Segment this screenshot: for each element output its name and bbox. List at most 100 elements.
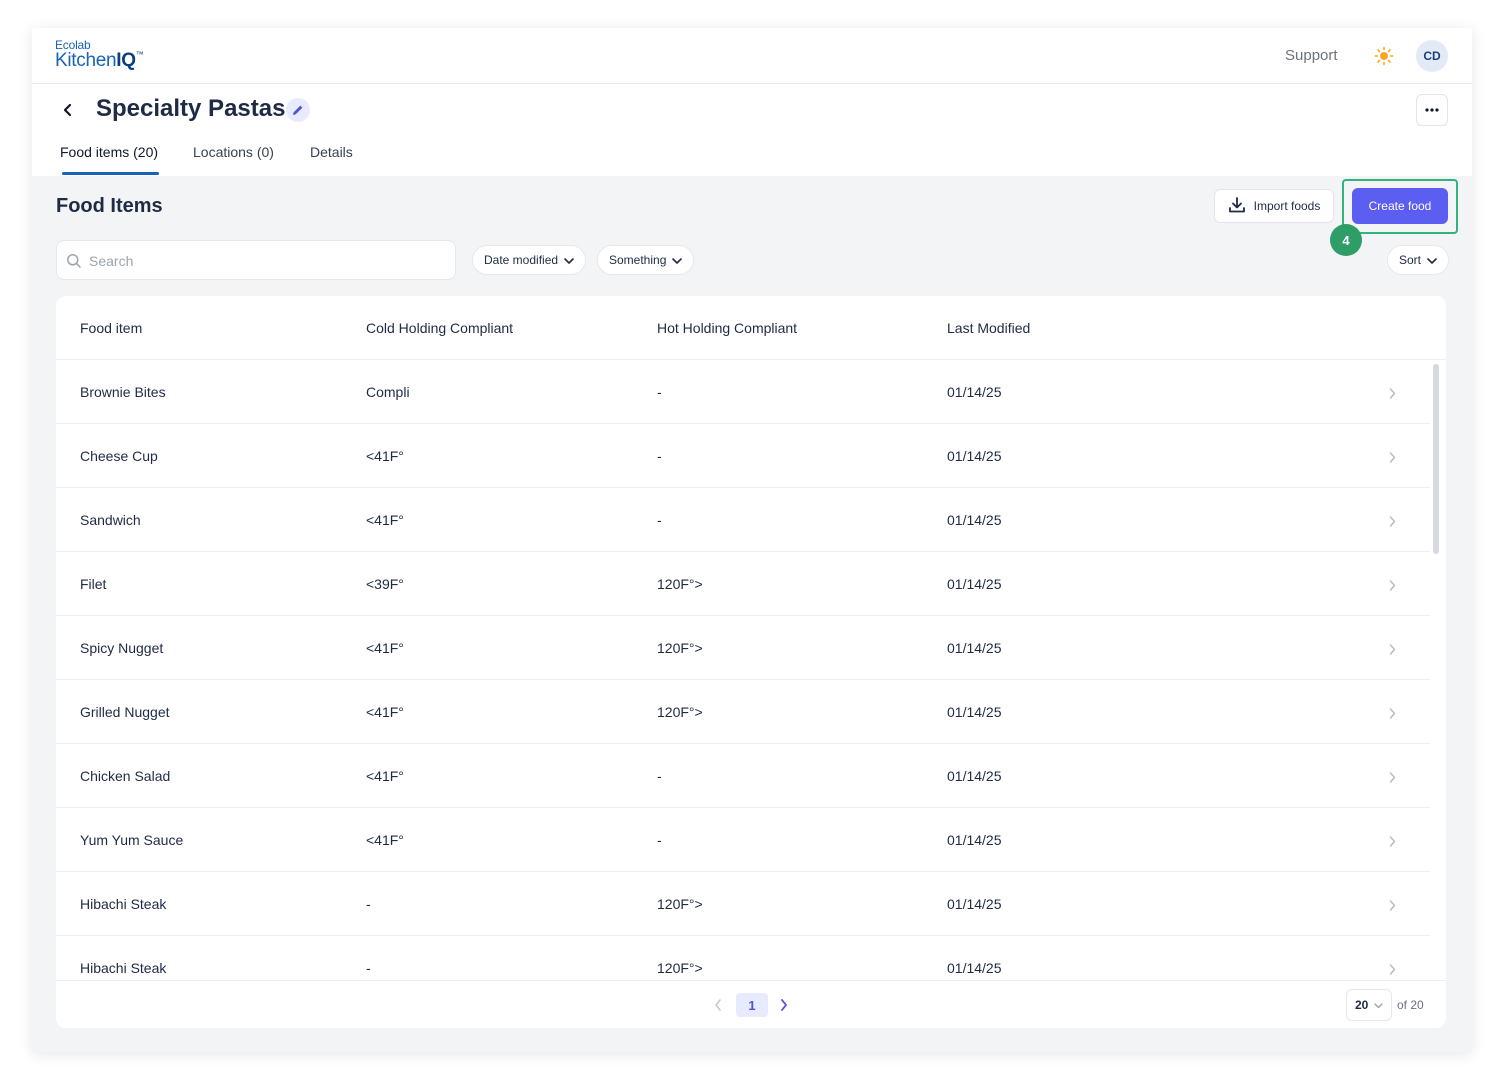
chevron-right-icon[interactable]	[780, 998, 788, 1016]
cell-hot-holding: -	[657, 448, 662, 464]
cell-hot-holding: -	[657, 768, 662, 784]
cell-hot-holding: 120F°>	[657, 576, 703, 592]
download-icon	[1228, 196, 1246, 217]
chevron-right-icon[interactable]	[1389, 706, 1396, 724]
sort-label: Sort	[1399, 253, 1422, 267]
cell-food-item: Grilled Nugget	[80, 704, 170, 720]
cell-hot-holding: -	[657, 832, 662, 848]
cell-cold-holding: <41F°	[366, 640, 404, 656]
back-arrow-icon[interactable]	[60, 101, 76, 119]
chevron-right-icon[interactable]	[1389, 642, 1396, 660]
table-row[interactable]: Hibachi Steak - 120F°> 01/14/25	[56, 936, 1430, 980]
cell-last-modified: 01/14/25	[947, 384, 1002, 400]
table-header: Food item Cold Holding Compliant Hot Hol…	[56, 296, 1446, 360]
cell-cold-holding: <41F°	[366, 448, 404, 464]
per-page-value: 20	[1355, 998, 1369, 1012]
section-title: Food Items	[56, 195, 163, 217]
chevron-right-icon[interactable]	[1389, 770, 1396, 788]
cell-hot-holding: -	[657, 384, 662, 400]
chevron-right-icon[interactable]	[1389, 450, 1396, 468]
sun-icon[interactable]	[1374, 46, 1394, 66]
filter-date-modified[interactable]: Date modified	[472, 245, 587, 275]
kitcheniq-logo[interactable]: Ecolab KitchenIQ™	[55, 38, 144, 72]
cell-last-modified: 01/14/25	[947, 640, 1002, 656]
create-food-button[interactable]: Create food	[1352, 188, 1448, 224]
table-row[interactable]: Brownie Bites Compli - 01/14/25	[56, 360, 1430, 424]
cell-last-modified: 01/14/25	[947, 512, 1002, 528]
logo-iq: IQ	[116, 50, 136, 71]
column-header-food-item: Food item	[80, 320, 143, 336]
import-foods-label: Import foods	[1253, 199, 1321, 213]
cell-cold-holding: Compli	[366, 384, 410, 400]
chevron-left-icon[interactable]	[714, 998, 722, 1016]
filter-something[interactable]: Something	[597, 245, 695, 275]
table-row[interactable]: Grilled Nugget <41F° 120F°> 01/14/25	[56, 680, 1430, 744]
chevron-down-icon	[1427, 253, 1437, 267]
cell-food-item: Hibachi Steak	[80, 896, 167, 912]
table-row[interactable]: Spicy Nugget <41F° 120F°> 01/14/25	[56, 616, 1430, 680]
cell-hot-holding: 120F°>	[657, 640, 703, 656]
cell-last-modified: 01/14/25	[947, 576, 1002, 592]
tab-details[interactable]: Details	[310, 144, 353, 160]
cell-last-modified: 01/14/25	[947, 704, 1002, 720]
step-badge: 4	[1330, 224, 1362, 256]
logo-kitchen: Kitchen	[55, 50, 117, 71]
table-body: Brownie Bites Compli - 01/14/25 Cheese Cup <4…	[56, 360, 1430, 980]
tab-locations[interactable]: Locations (0)	[193, 144, 274, 160]
column-header-hot-holding: Hot Holding Compliant	[657, 320, 798, 336]
cell-cold-holding: <41F°	[366, 512, 404, 528]
chevron-right-icon[interactable]	[1389, 386, 1396, 404]
cell-cold-holding: <41F°	[366, 768, 404, 784]
cell-food-item: Sandwich	[80, 512, 141, 528]
cell-cold-holding: <41F°	[366, 832, 404, 848]
page-header: Specialty Pastas Food items (20) Locatio…	[32, 84, 1472, 176]
search-input[interactable]	[89, 250, 439, 272]
cell-last-modified: 01/14/25	[947, 960, 1002, 976]
pagination-bar: 1 20 of 20	[56, 980, 1446, 1028]
support-link[interactable]: Support	[1285, 47, 1338, 64]
food-items-table: Food item Cold Holding Compliant Hot Hol…	[56, 296, 1446, 1028]
table-row[interactable]: Hibachi Steak - 120F°> 01/14/25	[56, 872, 1430, 936]
chevron-right-icon[interactable]	[1389, 578, 1396, 596]
table-row[interactable]: Chicken Salad <41F° - 01/14/25	[56, 744, 1430, 808]
cell-food-item: Chicken Salad	[80, 768, 171, 784]
avatar[interactable]: CD	[1416, 40, 1448, 72]
import-foods-button[interactable]: Import foods	[1214, 189, 1334, 223]
chevron-right-icon[interactable]	[1389, 834, 1396, 852]
table-row[interactable]: Filet <39F° 120F°> 01/14/25	[56, 552, 1430, 616]
cell-food-item: Cheese Cup	[80, 448, 158, 464]
cell-hot-holding: 120F°>	[657, 896, 703, 912]
tab-food-items[interactable]: Food items (20)	[60, 144, 158, 160]
column-header-last-modified: Last Modified	[947, 320, 1031, 336]
cell-hot-holding: -	[657, 512, 662, 528]
chevron-down-icon	[564, 253, 574, 267]
column-header-cold-holding: Cold Holding Compliant	[366, 320, 514, 336]
search-box	[56, 240, 456, 280]
search-icon	[67, 254, 81, 268]
cell-last-modified: 01/14/25	[947, 896, 1002, 912]
cell-last-modified: 01/14/25	[947, 832, 1002, 848]
chevron-right-icon[interactable]	[1389, 514, 1396, 532]
chevron-down-icon	[672, 253, 683, 267]
chevron-right-icon[interactable]	[1389, 898, 1396, 916]
top-bar: Ecolab KitchenIQ™ Support CD	[32, 28, 1472, 84]
per-page-select[interactable]: 20	[1346, 989, 1392, 1021]
cell-food-item: Filet	[80, 576, 107, 592]
active-tab-indicator	[62, 172, 159, 175]
table-row[interactable]: Yum Yum Sauce <41F° - 01/14/25	[56, 808, 1430, 872]
pencil-icon[interactable]	[286, 98, 310, 122]
table-scrollbar[interactable]	[1433, 364, 1439, 554]
table-row[interactable]: Cheese Cup <41F° - 01/14/25	[56, 424, 1430, 488]
cell-cold-holding: <39F°	[366, 576, 404, 592]
filter-date-modified-label: Date modified	[484, 253, 559, 267]
more-dots-icon[interactable]	[1416, 94, 1448, 126]
chevron-right-icon[interactable]	[1389, 962, 1396, 980]
page-number-current[interactable]: 1	[736, 993, 768, 1017]
chevron-down-icon	[1374, 998, 1384, 1012]
table-row[interactable]: Sandwich <41F° - 01/14/25	[56, 488, 1430, 552]
cell-hot-holding: 120F°>	[657, 960, 703, 976]
cell-hot-holding: 120F°>	[657, 704, 703, 720]
cell-cold-holding: <41F°	[366, 704, 404, 720]
cell-cold-holding: -	[366, 896, 371, 912]
sort-dropdown[interactable]: Sort	[1387, 245, 1450, 275]
